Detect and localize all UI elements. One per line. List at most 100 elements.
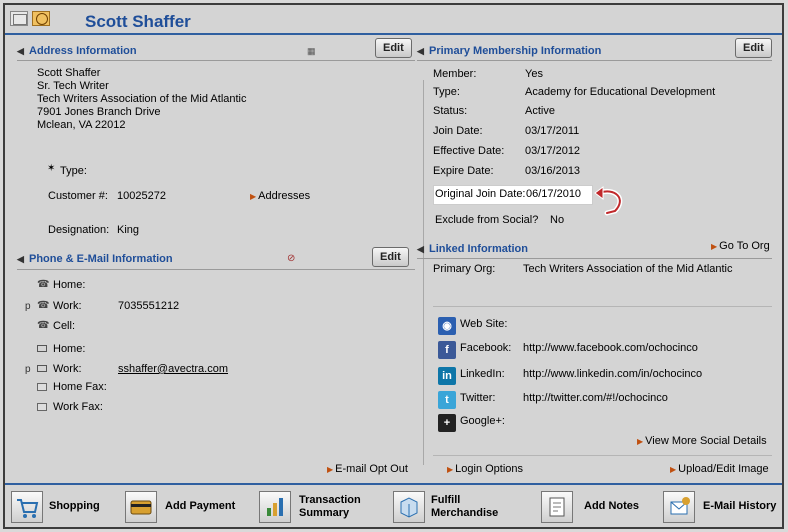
page-title: Scott Shaffer	[85, 12, 191, 31]
building-icon[interactable]: ▦	[307, 46, 316, 57]
join-date-label: Join Date:	[433, 125, 483, 137]
primary-marker: p	[25, 364, 31, 375]
google-plus-label: Google+:	[460, 415, 505, 427]
profile-window: Scott Shaffer ◀ Address Information ▦ Edi…	[3, 3, 784, 529]
address-line: 7901 Jones Branch Drive	[37, 106, 161, 118]
status-label: Status:	[433, 105, 468, 117]
arrow-right-icon: ▶	[250, 192, 257, 201]
expire-date-value: 03/16/2013	[525, 165, 581, 177]
email-row-label: Work:	[53, 363, 82, 375]
title-bar: Scott Shaffer	[5, 5, 782, 35]
bottom-toolbar: Shopping Add Payment Transaction Summary …	[5, 483, 782, 527]
linkedin-icon[interactable]: in	[438, 367, 456, 385]
linked-heading[interactable]: ◀ Linked Information	[417, 243, 528, 255]
login-divider	[433, 455, 772, 456]
clock-icon[interactable]	[32, 11, 50, 26]
original-join-label: Original Join Date:	[435, 188, 526, 200]
work-email-link[interactable]: sshaffer@avectra.com	[118, 363, 228, 375]
designation-label: Designation:	[48, 224, 110, 236]
address-line: Scott Shaffer	[37, 67, 101, 79]
email-history-label: E-Mail History	[703, 500, 777, 512]
social-divider	[433, 306, 772, 307]
address-line: Mclean, VA 22012	[37, 119, 126, 131]
twitter-url[interactable]: http://twitter.com/#!/ochocinco	[523, 392, 668, 404]
envelope-icon	[37, 365, 47, 372]
address-line: Sr. Tech Writer	[37, 80, 109, 92]
facebook-url[interactable]: http://www.facebook.com/ochocinco	[523, 342, 698, 354]
phone-edit-button[interactable]: Edit	[372, 247, 409, 267]
expire-date-label: Expire Date:	[433, 165, 494, 177]
membership-heading[interactable]: ◀ Primary Membership Information	[417, 45, 601, 57]
fulfill-merchandise-button[interactable]: Fulfill Merchandise	[393, 491, 513, 523]
addresses-link[interactable]: ▶ Addresses	[250, 190, 310, 202]
twitter-label: Twitter:	[460, 392, 496, 404]
phone-icon	[37, 279, 49, 290]
member-value: Yes	[525, 68, 543, 80]
status-value: Active	[525, 105, 555, 117]
email-row-label: Home:	[53, 343, 86, 355]
member-label: Member:	[433, 68, 477, 80]
phone-row-label: Cell:	[53, 320, 76, 332]
fax-row-label: Home Fax:	[53, 381, 107, 393]
collapse-arrow-icon[interactable]: ◀	[417, 244, 429, 255]
bar-chart-icon	[259, 491, 291, 523]
customer-label: Customer #:	[48, 190, 108, 202]
email-opt-out-link[interactable]: ▶ E-mail Opt Out	[327, 463, 408, 475]
type-label: Type:	[60, 165, 87, 177]
work-phone-value: 7035551212	[118, 300, 180, 312]
transaction-summary-label: Transaction Summary	[299, 494, 361, 519]
twitter-icon[interactable]: t	[438, 391, 456, 409]
effective-date-value: 03/17/2012	[525, 145, 581, 157]
linkedin-label: LinkedIn:	[460, 368, 505, 380]
email-history-icon	[663, 491, 695, 523]
fax-icon	[37, 383, 47, 391]
original-join-value: 06/17/2010	[526, 188, 582, 200]
google-plus-icon[interactable]: +	[438, 414, 456, 432]
view-more-social-link[interactable]: ▶ View More Social Details	[637, 435, 767, 447]
person-icon: ✶	[47, 163, 56, 174]
collapse-arrow-icon[interactable]: ◀	[17, 254, 29, 265]
fax-icon	[37, 403, 47, 411]
add-payment-button[interactable]: Add Payment	[125, 491, 245, 523]
phone-icon	[37, 300, 49, 311]
address-line: Tech Writers Association of the Mid Atla…	[37, 93, 247, 105]
phone-email-heading[interactable]: ◀ Phone & E-Mail Information	[17, 253, 173, 265]
phone-row-label: Home:	[53, 279, 86, 291]
join-date-value: 03/17/2011	[525, 125, 580, 137]
phone-icon	[37, 320, 49, 331]
fulfill-merchandise-label: Fulfill Merchandise	[431, 494, 499, 519]
email-history-button[interactable]: E-Mail History	[663, 491, 781, 523]
callout-arrow-icon	[594, 186, 623, 216]
linked-divider	[417, 258, 772, 259]
mail-icon[interactable]	[10, 11, 28, 26]
address-edit-button[interactable]: Edit	[375, 38, 412, 58]
membership-type-label: Type:	[433, 86, 460, 98]
upload-image-link[interactable]: ▶ Upload/Edit Image	[670, 463, 769, 475]
package-icon	[393, 491, 425, 523]
membership-edit-button[interactable]: Edit	[735, 38, 772, 58]
facebook-label: Facebook:	[460, 342, 512, 354]
transaction-summary-button[interactable]: Transaction Summary	[259, 491, 379, 523]
shopping-label: Shopping	[49, 500, 100, 512]
membership-type-value: Academy for Educational Development	[525, 86, 716, 98]
collapse-arrow-icon[interactable]: ◀	[417, 46, 429, 57]
login-options-link[interactable]: ▶ Login Options	[447, 463, 523, 475]
linkedin-url[interactable]: http://www.linkedin.com/in/ochocinco	[523, 368, 702, 380]
shopping-cart-icon	[11, 491, 43, 523]
phone-row-label: Work:	[53, 300, 82, 312]
website-icon[interactable]: ◉	[438, 317, 456, 335]
phone-divider	[17, 269, 415, 270]
primary-org-label: Primary Org:	[433, 263, 496, 275]
collapse-arrow-icon[interactable]: ◀	[17, 46, 29, 57]
facebook-icon[interactable]: f	[438, 341, 456, 359]
fax-row-label: Work Fax:	[53, 401, 103, 413]
notes-icon	[541, 491, 573, 523]
column-divider	[423, 80, 424, 465]
website-label: Web Site:	[460, 318, 508, 330]
address-heading[interactable]: ◀ Address Information	[17, 45, 137, 57]
go-to-org-link[interactable]: ▶ Go To Org	[711, 240, 770, 252]
shopping-button[interactable]: Shopping	[11, 491, 111, 523]
no-contact-icon[interactable]: ⊘	[287, 253, 295, 264]
envelope-icon	[37, 345, 47, 352]
add-notes-button[interactable]: Add Notes	[541, 491, 651, 523]
